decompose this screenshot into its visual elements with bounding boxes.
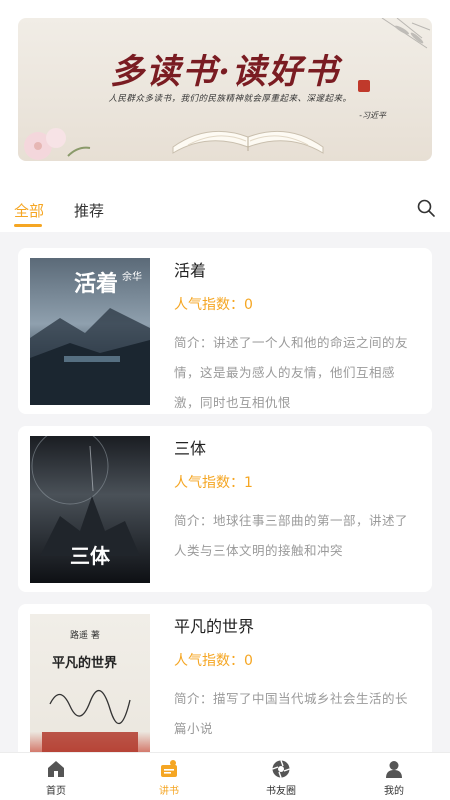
book-list: 活着 余华 活着 人气指数：0 简介：讲述了一个人和他的命运之间的友情，这是最为… — [18, 248, 432, 782]
book-description: 简介：讲述了一个人和他的命运之间的友情，这是最为感人的友情，他们互相感激，同时也… — [174, 335, 409, 410]
active-tab-indicator — [14, 224, 42, 227]
nav-book-circle[interactable]: 书友圈 — [251, 759, 311, 797]
banner-quote: 人民群众多读书，我们的民族精神就会厚重起来、深邃起来。 — [108, 94, 352, 104]
tab-recommended[interactable]: 推荐 — [74, 200, 104, 221]
bottom-navigation: 首页 讲书 书友圈 我的 — [0, 752, 450, 800]
cover-author: 余华 — [122, 272, 142, 283]
book-card[interactable]: 路遥 著 平凡的世界 平凡的世界 人气指数：0 简介：描写了中国当代城乡社会生活… — [18, 604, 432, 770]
book-description: 简介：地球往事三部曲的第一部，讲述了人类与三体文明的接触和冲突 — [174, 513, 409, 558]
tab-all[interactable]: 全部 — [14, 200, 44, 221]
nav-home-label: 首页 — [46, 786, 66, 797]
nav-home[interactable]: 首页 — [26, 759, 86, 797]
nav-profile[interactable]: 我的 — [364, 759, 424, 797]
popularity-index: 人气指数：1 — [174, 475, 253, 491]
book-card[interactable]: 三体 三体 人气指数：1 简介：地球往事三部曲的第一部，讲述了人类与三体文明的接… — [18, 426, 432, 592]
cover-title: 活着 — [74, 271, 119, 297]
book-description: 简介：描写了中国当代城乡社会生活的长篇小说 — [174, 691, 409, 736]
nav-book-talk-label: 讲书 — [159, 786, 179, 797]
book-title: 三体 — [174, 439, 207, 458]
header-area: 多读书·读好书 人民群众多读书，我们的民族精神就会厚重起来、深邃起来。 -习近平 — [0, 0, 450, 184]
category-tabs: 全部 推荐 — [0, 184, 450, 232]
nav-book-circle-label: 书友圈 — [266, 786, 296, 797]
book-talk-icon — [161, 760, 177, 777]
flower-decoration — [24, 128, 91, 160]
popularity-index: 人气指数：0 — [174, 653, 253, 669]
book-title: 平凡的世界 — [174, 617, 255, 636]
profile-icon — [386, 761, 402, 778]
book-title: 活着 — [174, 261, 207, 280]
open-book-illustration — [172, 130, 324, 154]
nav-profile-label: 我的 — [384, 786, 404, 797]
banner-author: -习近平 — [359, 111, 386, 120]
nav-book-talk[interactable]: 讲书 — [139, 759, 199, 797]
home-icon — [48, 761, 64, 777]
book-card[interactable]: 活着 余华 活着 人气指数：0 简介：讲述了一个人和他的命运之间的友情，这是最为… — [18, 248, 432, 414]
cover-title: 三体 — [70, 544, 110, 568]
circle-icon — [272, 760, 290, 778]
seal-stamp — [358, 80, 370, 92]
book-cover: 三体 — [30, 436, 150, 583]
search-icon[interactable] — [416, 198, 436, 218]
book-cover: 活着 余华 — [30, 258, 150, 405]
popularity-index: 人气指数：0 — [174, 297, 253, 313]
reading-banner[interactable]: 多读书·读好书 人民群众多读书，我们的民族精神就会厚重起来、深邃起来。 -习近平 — [18, 18, 432, 161]
book-cover: 路遥 著 平凡的世界 — [30, 614, 150, 761]
